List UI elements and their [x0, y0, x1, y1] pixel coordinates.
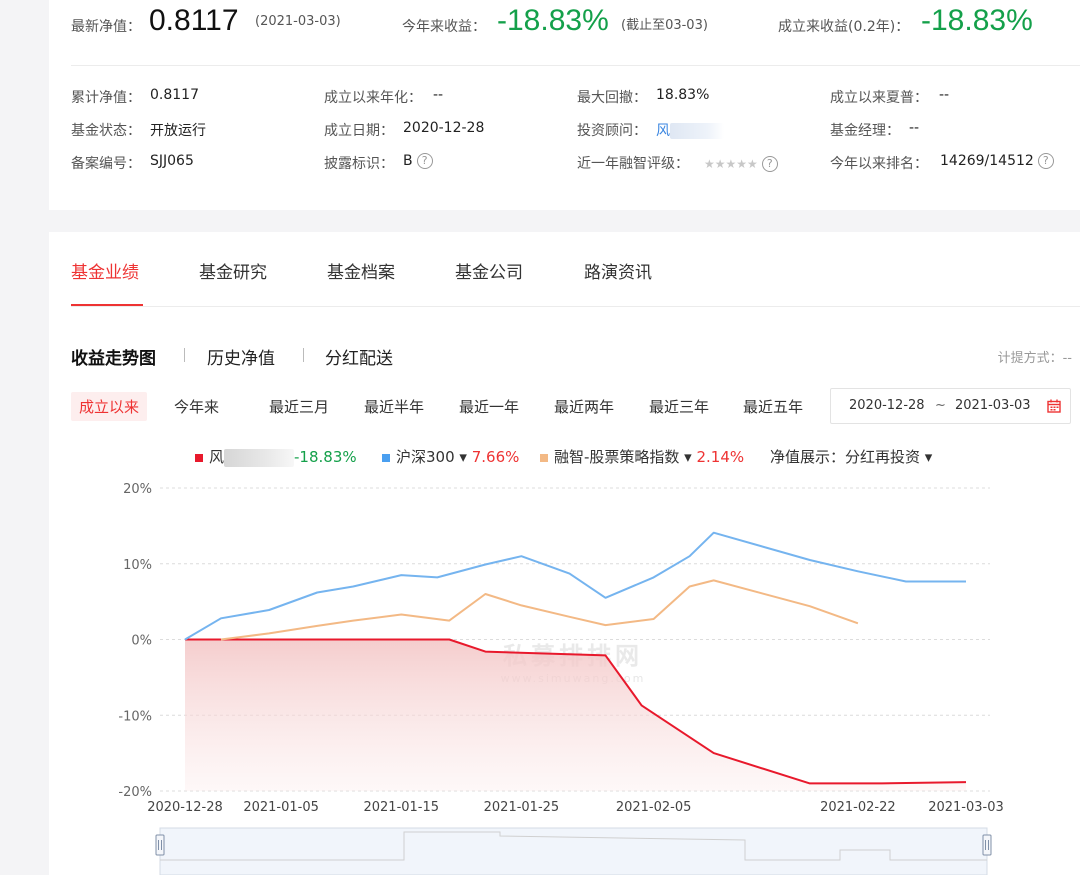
tab-fund-performance[interactable]: 基金业绩	[71, 258, 139, 283]
status-label: 基金状态：	[71, 123, 141, 139]
subtab-return-trend[interactable]: 收益走势图	[71, 344, 156, 369]
advisor-label: 投资顾问：	[577, 123, 647, 139]
ytd-rank-label: 今年以来排名：	[830, 156, 928, 172]
ytd-return-label: 今年来收益：	[402, 19, 486, 35]
legend-hs300-marker	[382, 453, 390, 462]
performance-card: 基金业绩 基金研究 基金档案 基金公司 路演资讯 收益走势图 历史净值 分红配送…	[49, 232, 1080, 875]
legend-index-return: 2.14%	[696, 448, 745, 466]
max-drawdown-label: 最大回撤：	[577, 90, 647, 106]
date-range-picker[interactable]: 2020-12-28 ~ 2021-03-03	[830, 388, 1071, 424]
date-start[interactable]: 2020-12-28	[849, 398, 925, 413]
legend-hs300-return: 7.66%	[471, 448, 520, 466]
calendar-icon[interactable]	[1047, 399, 1061, 413]
tabs-divider	[71, 306, 1080, 307]
legend-fund-name: 风	[209, 448, 225, 466]
legend-fund-return: -18.83%	[294, 448, 357, 466]
since-inception-value: -18.83%	[921, 4, 1033, 37]
range-2y[interactable]: 最近两年	[554, 396, 614, 417]
range-since-inception[interactable]: 成立以来	[71, 392, 148, 421]
inception-date-label: 成立日期：	[324, 123, 394, 139]
registration-label: 备案编号：	[71, 156, 141, 172]
sharpe-value: --	[939, 87, 950, 103]
latest-nav-value: 0.8117	[149, 4, 239, 37]
accrual-method: 计提方式：--	[997, 351, 1072, 366]
redacted-fund-name	[224, 448, 295, 467]
ytd-rank-value: 14269/14512?	[940, 153, 1054, 169]
latest-nav-label: 最新净值：	[71, 19, 141, 35]
annualized-value: --	[433, 87, 444, 103]
legend-index-name[interactable]: 融智-股票策略指数 ▾	[554, 448, 692, 466]
range-3y[interactable]: 最近三年	[649, 396, 709, 417]
help-icon[interactable]: ?	[416, 153, 433, 169]
legend-hs300-name[interactable]: 沪深300 ▾	[396, 448, 467, 466]
latest-nav-date: (2021-03-03)	[255, 14, 341, 29]
legend-hs300[interactable]: 沪深300 ▾ 7.66%	[382, 446, 519, 467]
rating-stars: ★★★★★	[704, 157, 758, 171]
help-icon[interactable]: ?	[1037, 153, 1054, 169]
nav-display-value[interactable]: 分红再投资 ▾	[845, 448, 932, 466]
subtab-separator	[184, 348, 185, 362]
status-value: 开放运行	[150, 123, 206, 139]
sharpe-label: 成立以来夏普：	[830, 90, 928, 106]
date-end[interactable]: 2021-03-03	[955, 398, 1031, 413]
summary-divider	[71, 65, 1080, 66]
legend-fund-marker	[195, 453, 203, 462]
subtab-dividends[interactable]: 分红配送	[325, 344, 393, 369]
since-inception-label: 成立来收益(0.2年)：	[778, 19, 910, 35]
date-separator: ~	[935, 398, 946, 413]
subtab-separator	[303, 348, 304, 362]
manager-label: 基金经理：	[830, 123, 900, 139]
range-6m[interactable]: 最近半年	[364, 396, 424, 417]
range-1y[interactable]: 最近一年	[459, 396, 519, 417]
tab-fund-archive[interactable]: 基金档案	[327, 258, 395, 283]
annualized-label: 成立以来年化：	[324, 90, 422, 106]
cum-nav-label: 累计净值：	[71, 90, 141, 106]
tab-fund-research[interactable]: 基金研究	[199, 258, 267, 283]
ytd-return-value: -18.83%	[497, 4, 609, 37]
tab-roadshow-news[interactable]: 路演资讯	[584, 258, 652, 283]
rating-label: 近一年融智评级：	[577, 156, 689, 172]
cum-nav-value: 0.8117	[150, 87, 199, 103]
manager-value: --	[909, 120, 920, 136]
legend-strategy-index[interactable]: 融智-股票策略指数 ▾ 2.14%	[540, 446, 744, 467]
redacted-advisor-name	[670, 123, 724, 139]
fund-summary-card: 最新净值： 0.8117 (2021-03-03) 今年来收益： -18.83%…	[49, 0, 1080, 210]
range-ytd[interactable]: 今年来	[174, 396, 219, 417]
registration-value: SJJ065	[150, 153, 194, 169]
range-3m[interactable]: 最近三月	[269, 396, 329, 417]
nav-display-label: 净值展示：	[770, 448, 846, 466]
inception-date-value: 2020-12-28	[403, 120, 485, 136]
legend-index-marker	[540, 453, 548, 462]
ytd-return-note: (截止至03-03)	[621, 18, 708, 33]
disclosure-label: 披露标识：	[324, 156, 394, 172]
tab-fund-company[interactable]: 基金公司	[455, 258, 523, 283]
range-5y[interactable]: 最近五年	[743, 396, 803, 417]
subtab-history-nav[interactable]: 历史净值	[207, 344, 275, 369]
disclosure-value: B?	[403, 153, 433, 169]
nav-display-selector[interactable]: 净值展示：分红再投资 ▾	[770, 446, 932, 467]
help-icon[interactable]: ?	[761, 155, 778, 172]
max-drawdown-value: 18.83%	[656, 87, 710, 103]
rating-value: ★★★★★?	[704, 153, 778, 172]
advisor-link[interactable]: 风	[656, 120, 724, 140]
legend-fund[interactable]: 风 -18.83%	[195, 446, 357, 467]
